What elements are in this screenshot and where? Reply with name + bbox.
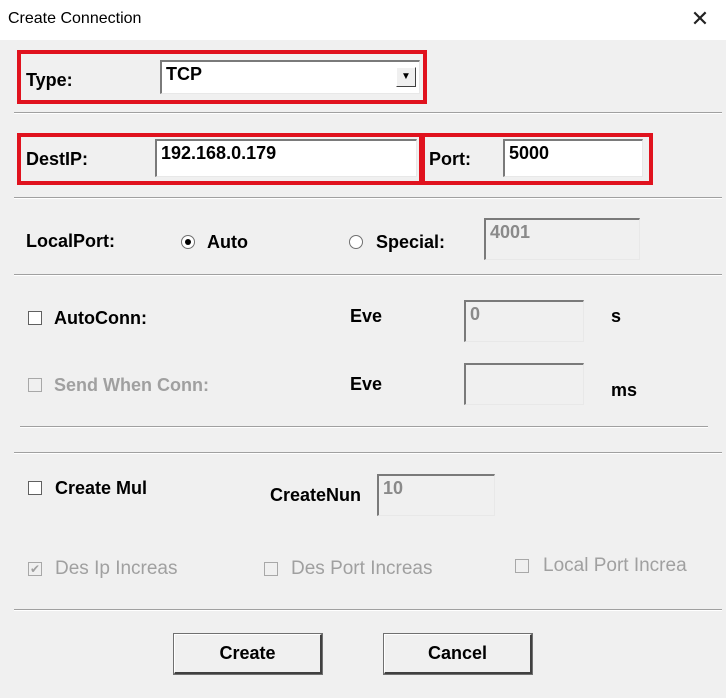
radio-dot	[185, 239, 191, 245]
divider	[14, 197, 722, 199]
autoconn-label[interactable]: AutoConn:	[54, 308, 147, 329]
check-icon: ✔	[29, 562, 41, 576]
des-ip-increase-checkbox[interactable]: ✔	[28, 562, 42, 576]
local-port-increase-checkbox[interactable]	[515, 559, 529, 573]
type-select[interactable]: TCP ▼	[160, 60, 420, 94]
chevron-down-icon[interactable]: ▼	[396, 67, 416, 87]
destip-label: DestIP:	[26, 149, 89, 169]
create-num-value: 10	[383, 478, 404, 498]
window-title: Create Connection	[8, 10, 142, 27]
create-num-input[interactable]: 10	[377, 474, 495, 516]
special-port-value: 4001	[490, 222, 531, 242]
autoconn-unit: s	[611, 306, 622, 326]
autoconn-interval-value: 0	[470, 304, 481, 324]
type-label: Type:	[26, 70, 73, 90]
des-ip-increase-label: Des Ip Increas	[55, 558, 178, 579]
send-when-conn-checkbox[interactable]	[28, 378, 42, 392]
special-radio[interactable]	[349, 235, 363, 249]
auto-radio[interactable]	[181, 235, 195, 249]
cancel-button-label: Cancel	[427, 643, 488, 663]
autoconn-checkbox[interactable]	[28, 311, 42, 325]
send-when-conn-interval-input[interactable]	[464, 363, 584, 405]
create-button[interactable]: Create	[173, 633, 323, 675]
port-value: 5000	[509, 143, 550, 163]
special-radio-label[interactable]: Special:	[376, 232, 445, 253]
create-mul-checkbox[interactable]	[28, 481, 42, 495]
divider	[20, 426, 708, 428]
auto-radio-label[interactable]: Auto	[207, 232, 248, 253]
autoconn-interval-input[interactable]: 0	[464, 300, 584, 342]
des-port-increase-checkbox[interactable]	[264, 562, 278, 576]
type-select-value: TCP	[166, 64, 202, 84]
local-port-increase-label: Local Port Increa	[543, 555, 687, 576]
port-label: Port:	[429, 149, 471, 169]
des-port-increase-label: Des Port Increas	[291, 558, 433, 579]
title-bar: Create Connection ✕	[0, 0, 726, 40]
create-mul-label[interactable]: Create Mul	[55, 478, 147, 499]
port-input[interactable]: 5000	[503, 139, 643, 177]
special-port-input[interactable]: 4001	[484, 218, 640, 260]
divider	[14, 112, 722, 114]
send-when-conn-unit: ms	[611, 380, 638, 400]
divider	[14, 274, 722, 276]
send-when-conn-label: Send When Conn:	[54, 375, 209, 395]
divider	[14, 609, 722, 611]
create-button-label: Create	[219, 643, 276, 663]
destip-input[interactable]: 192.168.0.179	[155, 139, 417, 177]
close-icon[interactable]: ✕	[688, 6, 712, 32]
cancel-button[interactable]: Cancel	[383, 633, 533, 675]
destip-value: 192.168.0.179	[161, 143, 277, 163]
localport-label: LocalPort:	[26, 231, 116, 251]
divider	[14, 452, 722, 454]
autoconn-every-label: Eve	[350, 306, 383, 326]
create-num-label: CreateNun	[270, 485, 362, 505]
send-when-conn-every-label: Eve	[350, 374, 383, 394]
